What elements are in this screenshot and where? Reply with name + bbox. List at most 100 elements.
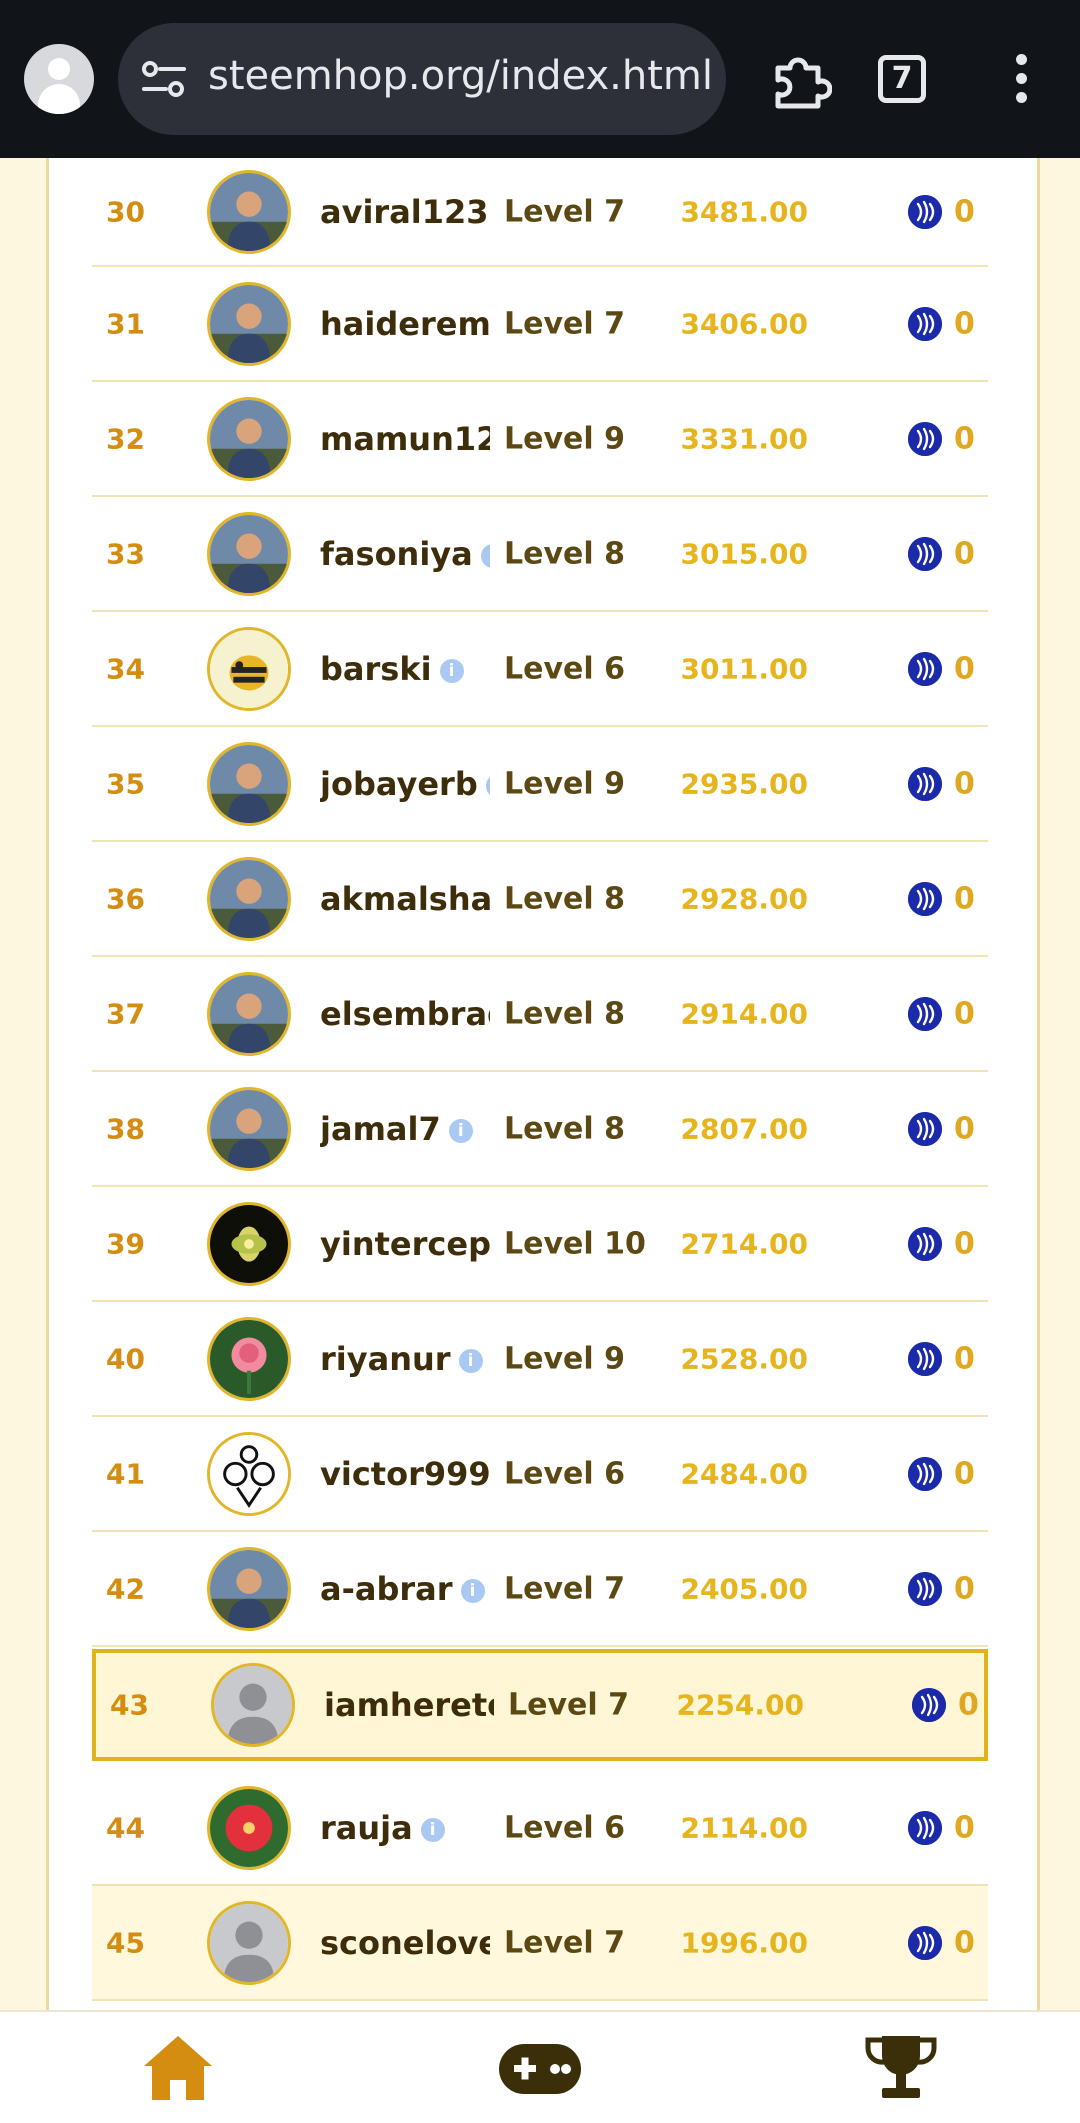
info-icon[interactable]: i: [458, 1348, 483, 1373]
gamepad-icon[interactable]: [497, 2042, 583, 2096]
username-text[interactable]: victor999: [320, 1455, 490, 1493]
extensions-icon[interactable]: [766, 46, 832, 112]
home-icon[interactable]: [140, 2032, 216, 2104]
reward-value: 0: [954, 421, 975, 456]
avatar[interactable]: [207, 1431, 291, 1516]
username-text[interactable]: rauja: [320, 1809, 413, 1847]
avatar[interactable]: [207, 1201, 291, 1286]
info-icon[interactable]: i: [485, 773, 490, 798]
username-text[interactable]: riyanur: [320, 1340, 451, 1378]
level-label: Level 8: [504, 1111, 625, 1146]
username[interactable]: aviral123i: [320, 193, 490, 231]
username-text[interactable]: jamal7: [320, 1110, 441, 1148]
steem-icon: [908, 766, 942, 801]
steem-icon: [908, 1111, 942, 1146]
avatar[interactable]: [207, 1900, 291, 1985]
rank-number: 37: [106, 997, 145, 1030]
leaderboard-row[interactable]: 31 haideremtii Level 7 3406.00 0: [92, 267, 988, 382]
avatar[interactable]: [207, 1086, 291, 1171]
username[interactable]: haideremtii: [320, 305, 490, 343]
username[interactable]: a-abrar i: [320, 1570, 490, 1608]
tabs-icon[interactable]: 7: [878, 55, 926, 103]
rank-number: 40: [106, 1342, 145, 1375]
leaderboard-row[interactable]: 36 akmalshaki Level 8 2928.00 0: [92, 842, 988, 957]
avatar[interactable]: [207, 626, 291, 711]
leaderboard-row-current-user[interactable]: 43 iamheretodi Level 7 2254.00 0: [92, 1649, 988, 1761]
score-value: 2935.00: [680, 767, 808, 800]
leaderboard-row[interactable]: 34 barski i Level 6 3011.00 0: [92, 612, 988, 727]
level-label: Level 7: [504, 1571, 625, 1606]
score-value: 2807.00: [680, 1112, 808, 1145]
username-text[interactable]: elsembrad: [320, 995, 490, 1033]
username-text[interactable]: aviral123: [320, 193, 489, 231]
leaderboard-row[interactable]: 40 riyanur i Level 9 2528.00 0: [92, 1302, 988, 1417]
steem-icon: [908, 536, 942, 571]
leaderboard-row[interactable]: 37 elsembradi Level 8 2914.00 0: [92, 957, 988, 1072]
leaderboard-row[interactable]: 32 mamun123i Level 9 3331.00 0: [92, 382, 988, 497]
avatar[interactable]: [207, 281, 291, 366]
reward-value: 0: [954, 536, 975, 571]
username-text[interactable]: akmalshak: [320, 880, 490, 918]
info-icon[interactable]: i: [420, 1817, 445, 1842]
username[interactable]: elsembradi: [320, 995, 490, 1033]
info-icon[interactable]: i: [460, 1578, 485, 1603]
username-text[interactable]: a-abrar: [320, 1570, 453, 1608]
username-text[interactable]: mamun123: [320, 420, 490, 458]
level-label: Level 6: [504, 651, 625, 686]
avatar[interactable]: [207, 169, 291, 254]
leaderboard-row[interactable]: 44 rauja i Level 6 2114.00 0: [92, 1771, 988, 1886]
leaderboard-row[interactable]: 45 sconeloveri Level 7 1996.00 0: [92, 1886, 988, 2001]
username[interactable]: iamheretodi: [324, 1686, 494, 1724]
username-text[interactable]: haideremti: [320, 305, 490, 343]
username-text[interactable]: iamheretod: [324, 1686, 494, 1724]
level-label: Level 8: [504, 881, 625, 916]
username-text[interactable]: barski: [320, 650, 432, 688]
username[interactable]: victor999i: [320, 1455, 490, 1493]
username-text[interactable]: jobayerb: [320, 765, 478, 803]
username-text[interactable]: yintercept: [320, 1225, 490, 1263]
level-label: Level 8: [504, 536, 625, 571]
username[interactable]: mamun123i: [320, 420, 490, 458]
steem-icon: [908, 1925, 942, 1960]
avatar[interactable]: [207, 856, 291, 941]
leaderboard-row[interactable]: 39 yintercepti Level 10 2714.00 0: [92, 1187, 988, 1302]
leaderboard-row[interactable]: 33 fasoniya i Level 8 3015.00 0: [92, 497, 988, 612]
trophy-icon[interactable]: [862, 2032, 940, 2104]
username[interactable]: fasoniya i: [320, 535, 490, 573]
username[interactable]: jamal7 i: [320, 1110, 490, 1148]
reward-value: 0: [954, 881, 975, 916]
account-icon[interactable]: [24, 44, 94, 114]
avatar[interactable]: [207, 396, 291, 481]
info-icon[interactable]: i: [439, 658, 464, 683]
avatar[interactable]: [207, 741, 291, 826]
more-icon[interactable]: [1010, 54, 1032, 110]
username[interactable]: rauja i: [320, 1809, 490, 1847]
reward-value: 0: [954, 1226, 975, 1261]
username[interactable]: sconeloveri: [320, 1924, 490, 1962]
avatar[interactable]: [207, 1546, 291, 1631]
site-settings-icon[interactable]: [140, 59, 188, 99]
leaderboard-row[interactable]: 38 jamal7 i Level 8 2807.00 0: [92, 1072, 988, 1187]
browser-toolbar: steemhop.org/index.html 7: [0, 0, 1080, 158]
url-text[interactable]: steemhop.org/index.html: [208, 53, 713, 99]
username-text[interactable]: sconelover: [320, 1924, 490, 1962]
info-icon[interactable]: i: [480, 543, 490, 568]
avatar[interactable]: [207, 1785, 291, 1870]
username[interactable]: yintercepti: [320, 1225, 490, 1263]
avatar[interactable]: [207, 1316, 291, 1401]
username-text[interactable]: fasoniya: [320, 535, 473, 573]
leaderboard-row[interactable]: 42 a-abrar i Level 7 2405.00 0: [92, 1532, 988, 1647]
avatar[interactable]: [207, 511, 291, 596]
info-icon[interactable]: i: [448, 1118, 473, 1143]
username[interactable]: jobayerb i: [320, 765, 490, 803]
avatar[interactable]: [211, 1663, 295, 1747]
leaderboard-row[interactable]: 41 victor999i Level 6 2484.00 0: [92, 1417, 988, 1532]
username[interactable]: akmalshaki: [320, 880, 490, 918]
address-bar[interactable]: steemhop.org/index.html: [118, 23, 726, 135]
leaderboard-row[interactable]: 30 aviral123i Level 7 3481.00 0: [92, 158, 988, 267]
leaderboard-row[interactable]: 35 jobayerb i Level 9 2935.00 0: [92, 727, 988, 842]
reward-value: 0: [954, 651, 975, 686]
username[interactable]: riyanur i: [320, 1340, 490, 1378]
username[interactable]: barski i: [320, 650, 490, 688]
avatar[interactable]: [207, 971, 291, 1056]
